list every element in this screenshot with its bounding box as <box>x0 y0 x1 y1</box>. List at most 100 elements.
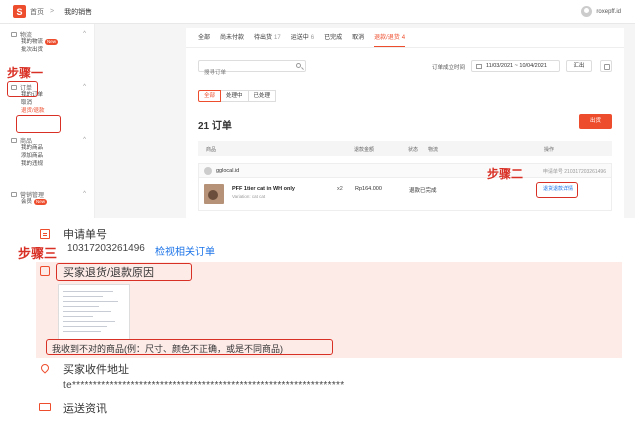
sidebar-section-header[interactable]: 营销管理 ^ <box>0 190 95 199</box>
breadcrumb-current: 我的销售 <box>64 8 93 16</box>
marketing-icon <box>11 191 17 197</box>
column-header: 退款金额 <box>354 147 375 153</box>
step1-annotation: 步骤一 <box>7 66 44 80</box>
sidebar-item-violations[interactable]: 我的违规 <box>0 160 95 168</box>
highlight-box-orders <box>7 81 38 97</box>
subtab-processing[interactable]: 处理中 <box>220 90 249 102</box>
chevron-up-icon: ^ <box>83 84 86 90</box>
order-buyer-row: gglocal.id 申请单号 210317203261496 <box>199 164 611 178</box>
sidebar-section-logistics: 物流 ^ 我的物流 New 批次出货 <box>0 30 95 54</box>
date-range-value: 11/03/2021 ~ 10/04/2021 <box>486 63 547 69</box>
export-history-icon[interactable] <box>600 60 612 72</box>
sidebar-item-add-product[interactable]: 添加商品 <box>0 152 95 160</box>
tab-cancelled[interactable]: 取消 <box>352 28 364 47</box>
view-related-order-link[interactable]: 检视相关订单 <box>155 243 215 258</box>
truck-icon <box>11 31 17 37</box>
tab-all[interactable]: 全部 <box>198 28 210 47</box>
photo-text-line <box>63 311 111 312</box>
column-header: 状态 <box>408 147 419 153</box>
shopee-logo-icon[interactable]: S <box>13 5 26 18</box>
photo-text-line <box>63 296 103 297</box>
breadcrumb-separator: > <box>50 8 55 15</box>
search-icon[interactable] <box>296 63 301 68</box>
top-bar: S 首页 > 我的销售 roxepff.id <box>0 0 635 24</box>
sidebar-section-products: 商品 ^ 我的商品 添加商品 我的违规 <box>0 136 95 168</box>
buyer-address-value: te**************************************… <box>63 380 345 391</box>
request-number-label: 申请单号 <box>63 229 107 241</box>
step2-annotation: 步骤二 <box>487 167 524 181</box>
sidebar-item-returns[interactable]: 退货/退款 <box>0 107 95 115</box>
photo-text-line <box>63 326 107 327</box>
calendar-icon <box>476 64 482 69</box>
photo-text-line <box>63 316 93 317</box>
chat-icon <box>40 266 50 276</box>
highlight-box-returns <box>16 115 61 133</box>
date-range-picker[interactable]: 11/03/2021 ~ 10/04/2021 <box>471 60 560 72</box>
photo-text-line <box>63 301 118 302</box>
sidebar-item-my-products[interactable]: 我的商品 <box>0 144 95 152</box>
sidebar-item-label: 我的物流 <box>21 39 44 45</box>
subtab-processed[interactable]: 已处理 <box>247 90 277 102</box>
photo-text-line <box>63 291 113 292</box>
location-pin-icon <box>39 362 51 374</box>
username: roxepff.id <box>596 8 621 15</box>
return-detail-panel: 申请单号 10317203261496 检视相关订单 步骤三 买家退货/退款原因… <box>0 218 635 423</box>
sidebar-item-my-logistics[interactable]: 我的物流 New <box>0 38 95 46</box>
tab-completed[interactable]: 已完成 <box>324 28 342 47</box>
search-input[interactable] <box>199 68 289 78</box>
truck-icon <box>39 403 51 411</box>
chevron-up-icon: ^ <box>83 191 86 197</box>
refund-status: 退款已完成 <box>409 188 437 194</box>
sidebar-item-members[interactable]: 会员 New <box>0 198 95 206</box>
breadcrumb-home[interactable]: 首页 <box>30 7 44 17</box>
shipping-info-label: 运送资讯 <box>63 403 107 415</box>
column-header: 物流 <box>428 147 439 153</box>
export-button[interactable]: 汇出 <box>566 60 592 72</box>
request-number: 申请单号 210317203261496 <box>542 169 606 175</box>
sidebar-item-cancel[interactable]: 取消 <box>0 99 95 107</box>
subtab-all[interactable]: 全部 <box>198 90 222 102</box>
buyer-address-label: 买家收件地址 <box>63 364 129 376</box>
product-variation: Variation: cat cat <box>232 194 266 199</box>
date-filter-label: 订单成立时间 <box>432 65 466 71</box>
order-count: 21 订单 <box>198 121 232 132</box>
chevron-up-icon: ^ <box>83 31 86 37</box>
order-search-box <box>198 60 306 78</box>
column-header: 操作 <box>544 147 555 153</box>
buyer-name[interactable]: gglocal.id <box>216 168 239 174</box>
status-subtabs: 全部 处理中 已处理 <box>198 90 277 102</box>
new-badge: New <box>45 39 59 45</box>
tab-to-ship[interactable]: 待出货 17 <box>254 28 281 47</box>
product-name: PFF 1tier cat in WH only <box>232 186 295 192</box>
photo-text-line <box>63 331 101 332</box>
request-number-value: 10317203261496 <box>67 243 145 254</box>
highlight-box-detail <box>536 182 578 198</box>
photo-text-line <box>63 321 115 322</box>
tab-returns[interactable]: 退款/退货 4 <box>374 28 406 47</box>
evidence-photo[interactable] <box>58 284 130 340</box>
ship-button[interactable]: 出货 <box>579 114 612 129</box>
highlight-box-reason-text <box>46 339 333 355</box>
product-icon <box>11 137 17 143</box>
product-quantity: x2 <box>337 186 343 192</box>
product-thumbnail <box>204 184 224 204</box>
step3-annotation: 步骤三 <box>18 246 58 261</box>
refund-amount: Rp164.000 <box>355 186 382 192</box>
sidebar-section-marketing: 营销管理 ^ 会员 New <box>0 190 95 206</box>
user-menu[interactable]: roxepff.id <box>581 6 621 17</box>
sidebar-item-label: 会员 <box>21 199 33 205</box>
photo-text-line <box>63 306 99 307</box>
tab-unpaid[interactable]: 尚未付款 <box>220 28 244 47</box>
seller-center-screenshot: S 首页 > 我的销售 roxepff.id 物流 ^ 我的物流 New 批次出… <box>0 0 635 218</box>
highlight-box-reason-label <box>56 263 192 281</box>
new-badge: New <box>34 199 48 205</box>
tab-shipping[interactable]: 运送中 6 <box>291 28 314 47</box>
sidebar-item-batch-ship[interactable]: 批次出货 <box>0 46 95 54</box>
document-icon <box>40 229 50 239</box>
order-tabs: 全部 尚未付款 待出货 17 运送中 6 已完成 取消 退款/退货 4 <box>186 28 624 48</box>
table-header: 商品 退款金额 状态 物流 操作 <box>198 141 612 156</box>
buyer-avatar <box>204 166 212 175</box>
sidebar-section-header[interactable]: 商品 ^ <box>0 136 95 145</box>
avatar <box>581 6 593 17</box>
sidebar-section-header[interactable]: 物流 ^ <box>0 30 95 39</box>
